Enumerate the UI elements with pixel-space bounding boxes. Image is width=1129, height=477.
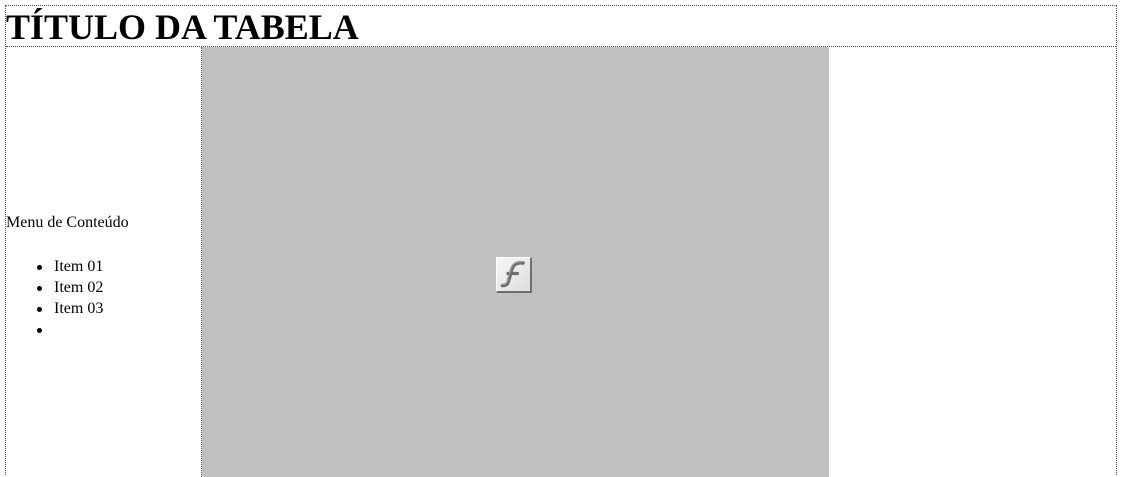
flash-f-glyph bbox=[500, 261, 525, 288]
menu-item-label: Item 02 bbox=[54, 279, 104, 296]
page-title: TÍTULO DA TABELA bbox=[6, 7, 359, 47]
bullet-icon bbox=[37, 286, 42, 291]
title-row: TÍTULO DA TABELA bbox=[6, 6, 1116, 47]
flash-player-icon[interactable] bbox=[496, 257, 532, 293]
bullet-icon bbox=[37, 265, 42, 270]
menu-item-03: Item 03 bbox=[6, 298, 103, 319]
bullet-icon bbox=[37, 328, 42, 333]
menu-item-empty bbox=[6, 319, 103, 340]
bullet-icon bbox=[37, 307, 42, 312]
flash-plugin-placeholder[interactable] bbox=[202, 47, 829, 477]
menu-title: Menu de Conteúdo bbox=[6, 214, 129, 231]
menu-item-01: Item 01 bbox=[6, 256, 103, 277]
menu-item-02: Item 02 bbox=[6, 277, 103, 298]
content-menu: Menu de Conteúdo Item 01 Item 02 Item 03 bbox=[6, 47, 202, 477]
menu-list: Item 01 Item 02 Item 03 bbox=[6, 256, 103, 340]
menu-item-label: Item 03 bbox=[54, 300, 104, 317]
right-empty-cell bbox=[829, 47, 1116, 477]
menu-item-label: Item 01 bbox=[54, 258, 104, 275]
layout-table: TÍTULO DA TABELA Menu de Conteúdo Item 0… bbox=[5, 5, 1117, 477]
